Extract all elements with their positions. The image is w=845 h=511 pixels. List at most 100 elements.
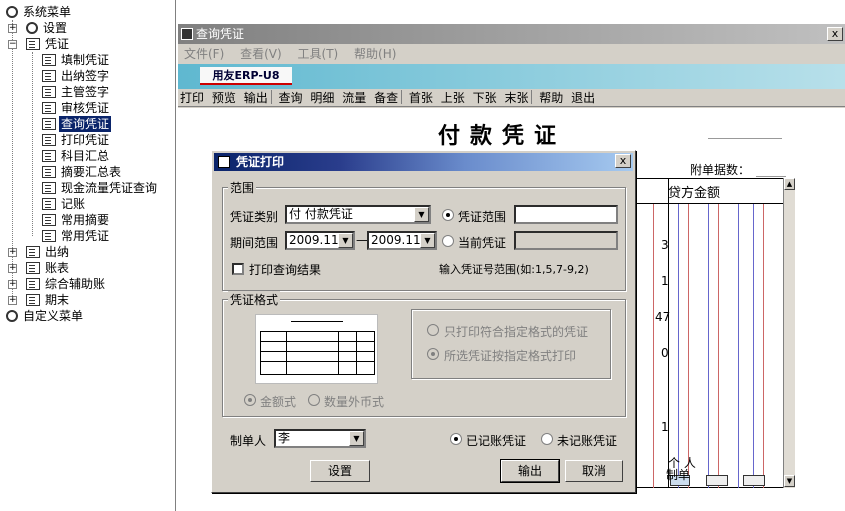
all-format-label: 所选凭证按指定格式打印 — [444, 349, 577, 363]
toolbar-output[interactable]: 输出 — [242, 89, 270, 107]
toolbar-help[interactable]: 帮助 — [537, 89, 565, 107]
unposted-radio[interactable] — [541, 433, 553, 445]
tree-item-aux-ledger[interactable]: 综合辅助账 — [26, 276, 107, 292]
tree-item-label: 自定义菜单 — [23, 309, 84, 323]
gear-icon — [6, 6, 18, 18]
tree-item-print-voucher[interactable]: 打印凭证 — [42, 132, 111, 148]
period-from-select[interactable]: 2009.11 ▼ — [285, 231, 355, 250]
tree-item-label: 记账 — [61, 197, 86, 211]
tree-item-audit-voucher[interactable]: 审核凭证 — [42, 100, 111, 116]
tree-item-label: 摘要汇总表 — [61, 165, 122, 179]
expand-icon[interactable]: + — [8, 296, 17, 305]
current-voucher-label: 当前凭证 — [458, 236, 507, 250]
grid-digit: 47 — [655, 310, 671, 324]
tree-item-label: 查询凭证 — [59, 116, 112, 132]
amount-style-radio[interactable] — [244, 394, 256, 406]
ledger-icon — [26, 278, 40, 290]
gear-icon — [26, 22, 38, 34]
tree-item-period-end[interactable]: 期末 — [26, 292, 71, 308]
tree-item-cashier[interactable]: 出纳 — [26, 244, 71, 260]
tree-item-voucher[interactable]: 凭证 — [26, 36, 71, 52]
tree-item-reports[interactable]: 账表 — [26, 260, 71, 276]
print-result-checkbox[interactable] — [232, 263, 244, 275]
chevron-down-icon[interactable]: ▼ — [349, 431, 364, 446]
expand-icon[interactable]: + — [8, 24, 17, 33]
tree-item-common-voucher[interactable]: 常用凭证 — [42, 228, 111, 244]
tree-item-supervisor-sign[interactable]: 主管签字 — [42, 84, 111, 100]
menu-file[interactable]: 文件(F) — [184, 47, 224, 61]
toolbar-prev[interactable]: 上张 — [439, 89, 467, 107]
toolbar-exit[interactable]: 退出 — [569, 89, 597, 107]
window-title: 查询凭证 — [196, 27, 245, 41]
only-matching-radio[interactable] — [427, 324, 439, 336]
tree-item-label: 出纳签字 — [61, 69, 110, 83]
tree-item-fill-voucher[interactable]: 填制凭证 — [42, 52, 111, 68]
output-button[interactable]: 输出 — [500, 459, 560, 483]
credit-amount-header: 贷方金额 — [668, 186, 721, 201]
tree-root[interactable]: 系统菜单 — [6, 4, 73, 20]
maker-select[interactable]: 李 ▼ — [274, 429, 366, 448]
tree-item-settings[interactable]: 设置 — [26, 20, 69, 36]
chevron-down-icon[interactable]: ▼ — [414, 207, 429, 222]
tree-item-custom-menu[interactable]: 自定义菜单 — [6, 308, 85, 324]
grid-digit: 3 — [661, 238, 669, 252]
erp-logo: 用友ERP-U8 — [200, 67, 292, 85]
tree-item-abstract-summary[interactable]: 摘要汇总表 — [42, 164, 123, 180]
format-option-group — [411, 309, 611, 379]
toolbar-memo[interactable]: 备查 — [372, 89, 400, 107]
voucher-grid — [633, 178, 795, 488]
nav-tree: 系统菜单 + 设置 − 凭证 填制凭证 出纳签字 主管签字 审核凭证 查询凭证 … — [0, 0, 176, 511]
current-voucher-radio[interactable] — [442, 235, 454, 247]
toolbar-last[interactable]: 末张 — [502, 89, 530, 107]
tree-item-cashier-sign[interactable]: 出纳签字 — [42, 68, 111, 84]
chevron-down-icon[interactable]: ▼ — [420, 233, 435, 248]
toolbar-detail[interactable]: 明细 — [308, 89, 336, 107]
tree-item-post[interactable]: 记账 — [42, 196, 87, 212]
toolbar-preview[interactable]: 预览 — [210, 89, 238, 107]
document-icon — [42, 166, 56, 178]
period-to-select[interactable]: 2009.11 ▼ — [367, 231, 437, 250]
posted-radio[interactable] — [450, 433, 462, 445]
tree-item-common-abstract[interactable]: 常用摘要 — [42, 212, 111, 228]
expand-icon[interactable]: + — [8, 248, 17, 257]
tree-item-account-summary[interactable]: 科目汇总 — [42, 148, 111, 164]
document-icon — [42, 118, 56, 130]
expand-icon[interactable]: + — [8, 280, 17, 289]
toolbar-query[interactable]: 查询 — [277, 89, 305, 107]
voucher-type-select[interactable]: 付 付款凭证 ▼ — [285, 205, 431, 224]
menu-help[interactable]: 帮助(H) — [354, 47, 396, 61]
range-hint: 输入凭证号范围(如:1,5,7-9,2) — [439, 263, 589, 276]
voucher-type-value: 付 付款凭证 — [289, 207, 353, 221]
quantity-style-radio[interactable] — [308, 394, 320, 406]
document-icon — [42, 54, 56, 66]
current-voucher-input[interactable] — [514, 231, 618, 250]
tree-item-query-voucher[interactable]: 查询凭证 — [42, 116, 112, 132]
toolbar-flow[interactable]: 流量 — [340, 89, 368, 107]
tree-item-cashflow-query[interactable]: 现金流量凭证查询 — [42, 180, 159, 196]
cancel-button[interactable]: 取消 — [565, 460, 623, 482]
dialog-close-button[interactable]: x — [615, 154, 631, 168]
tree-item-label: 设置 — [43, 21, 68, 35]
menu-tools[interactable]: 工具(T) — [298, 47, 339, 61]
window-close-button[interactable]: x — [827, 27, 843, 41]
only-matching-label: 只打印符合指定格式的凭证 — [444, 325, 589, 339]
chevron-down-icon[interactable]: ▼ — [338, 233, 353, 248]
tree-item-label: 填制凭证 — [61, 53, 110, 67]
voucher-range-radio[interactable] — [442, 209, 454, 221]
collapse-icon[interactable]: − — [8, 40, 17, 49]
voucher-print-dialog: 凭证打印 x 范围 凭证类别 付 付款凭证 ▼ 凭证范围 期间范围 2009.11… — [211, 150, 636, 493]
cashier-icon — [26, 246, 40, 258]
toolbar-print[interactable]: 打印 — [178, 89, 206, 107]
settings-button[interactable]: 设置 — [310, 460, 370, 482]
menu-view[interactable]: 查看(V) — [240, 47, 282, 61]
voucher-range-input[interactable] — [514, 205, 618, 224]
expand-icon[interactable]: + — [8, 264, 17, 273]
grid-scrollbar[interactable]: ▲ ▼ — [783, 178, 795, 488]
toolbar-next[interactable]: 下张 — [471, 89, 499, 107]
document-icon — [42, 102, 56, 114]
image-icon[interactable] — [706, 475, 728, 486]
attachment-icon[interactable] — [743, 475, 765, 486]
all-format-radio[interactable] — [427, 348, 439, 360]
toolbar-first[interactable]: 首张 — [407, 89, 435, 107]
window-titlebar: 查询凭证 — [178, 24, 845, 44]
